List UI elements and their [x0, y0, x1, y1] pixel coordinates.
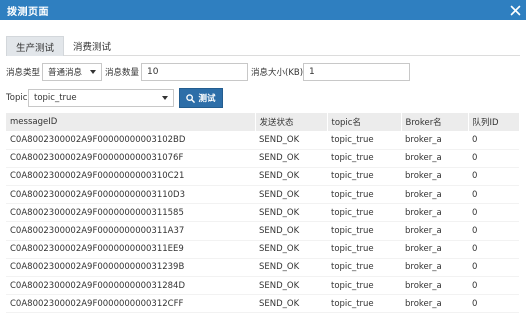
topic-cell: topic_true — [327, 221, 401, 241]
message-size-value: 1 — [309, 67, 315, 77]
message-id-cell: C0A8002300002A9F0000000000311A37 — [6, 221, 255, 241]
message-size-input[interactable]: 1 — [303, 63, 410, 81]
message-id-cell: C0A8002300002A9F000000000031076F — [6, 149, 255, 168]
broker-cell: broker_a — [401, 131, 468, 150]
topic-cell: topic_true — [327, 149, 401, 168]
chevron-down-icon — [162, 96, 168, 100]
message-id-cell: C0A8002300002A9F00000000003110D3 — [6, 185, 255, 205]
tab-produce-test[interactable]: 生产测试 — [6, 36, 65, 56]
topic-cell: topic_true — [327, 131, 401, 150]
column-header-broker[interactable]: Broker名 — [401, 113, 469, 131]
test-button[interactable]: 测试 — [179, 88, 223, 108]
queue-id-cell: 0 — [468, 258, 519, 278]
topic-cell: topic_true — [327, 185, 401, 205]
message-type-select[interactable]: 普通消息 — [42, 63, 102, 81]
queue-id-cell: 0 — [468, 221, 519, 241]
table-row[interactable]: C0A8002300002A9F000000000031284D SEND_OK t… — [6, 276, 519, 296]
table-row[interactable]: C0A8002300002A9F00000000003110D3 SEND_OK t… — [6, 185, 519, 205]
table-row[interactable]: C0A8002300002A9F0000000000312CFF SEND_OK t… — [6, 294, 519, 314]
send-status-cell: SEND_OK — [255, 258, 327, 278]
message-id-cell: C0A8002300002A9F0000000000311EE9 — [6, 240, 255, 259]
queue-id-cell: 0 — [468, 149, 519, 168]
table-row[interactable]: C0A8002300002A9F0000000000311A37 SEND_OK t… — [6, 221, 519, 241]
queue-id-cell: 0 — [468, 203, 519, 223]
queue-id-cell: 0 — [468, 167, 519, 187]
broker-cell: broker_a — [401, 149, 468, 168]
send-status-cell: SEND_OK — [255, 221, 327, 241]
topic-cell: topic_true — [327, 203, 401, 223]
message-id-cell: C0A8002300002A9F000000000031239B — [6, 258, 255, 278]
broker-cell: broker_a — [401, 221, 468, 241]
topic-cell: topic_true — [327, 240, 401, 259]
topic-cell: topic_true — [327, 294, 401, 314]
dialog-titlebar: 拨测页面 — [0, 0, 526, 20]
queue-id-cell: 0 — [468, 240, 519, 259]
message-type-value: 普通消息 — [48, 68, 83, 78]
message-count-input[interactable]: 10 — [141, 63, 248, 81]
send-status-cell: SEND_OK — [255, 240, 327, 259]
result-table: messageID 发送状态 topic名 Broker名 队列ID C0A80… — [6, 113, 520, 314]
send-status-cell: SEND_OK — [255, 149, 327, 168]
message-type-label: 消息类型 — [6, 68, 41, 78]
queue-id-cell: 0 — [468, 294, 519, 314]
column-header-send-status[interactable]: 发送状态 — [255, 113, 328, 131]
broker-cell: broker_a — [401, 185, 468, 205]
topic-cell: topic_true — [327, 276, 401, 296]
send-status-cell: SEND_OK — [255, 203, 327, 223]
column-header-message-id[interactable]: messageID — [6, 113, 256, 131]
broker-cell: broker_a — [401, 203, 468, 223]
column-header-topic[interactable]: topic名 — [327, 113, 402, 131]
topic-row: Topic topic_true 测试 — [6, 88, 223, 108]
topic-label: Topic — [6, 93, 28, 103]
send-status-cell: SEND_OK — [255, 276, 327, 296]
broker-cell: broker_a — [401, 276, 468, 296]
column-header-queue-id[interactable]: 队列ID — [468, 113, 520, 131]
send-status-cell: SEND_OK — [255, 294, 327, 314]
message-id-cell: C0A8002300002A9F0000000000312CFF — [6, 294, 255, 314]
message-count-value: 10 — [147, 67, 159, 77]
send-status-cell: SEND_OK — [255, 131, 327, 150]
close-icon[interactable] — [508, 3, 522, 17]
send-status-cell: SEND_OK — [255, 185, 327, 205]
dialog-title: 拨测页面 — [7, 6, 49, 18]
message-id-cell: C0A8002300002A9F00000000003102BD — [6, 131, 255, 150]
topic-cell: topic_true — [327, 167, 401, 187]
broker-cell: broker_a — [401, 258, 468, 278]
table-row[interactable]: C0A8002300002A9F00000000003102BD SEND_OK t… — [6, 131, 519, 150]
broker-cell: broker_a — [401, 294, 468, 314]
probe-test-dialog: 拨测页面 生产测试 消费测试 消息类型 普通消息 消息数量 10 消息大小(KB… — [0, 0, 526, 318]
message-id-cell: C0A8002300002A9F000000000031284D — [6, 276, 255, 296]
test-button-label: 测试 — [198, 94, 216, 104]
topic-select[interactable]: topic_true — [28, 89, 174, 107]
table-row[interactable]: C0A8002300002A9F0000000000311585 SEND_OK t… — [6, 203, 519, 223]
table-row[interactable]: C0A8002300002A9F000000000031239B SEND_OK t… — [6, 258, 519, 278]
tab-bar: 生产测试 消费测试 — [6, 36, 520, 56]
queue-id-cell: 0 — [468, 131, 519, 150]
topic-cell: topic_true — [327, 258, 401, 278]
topic-value: topic_true — [34, 93, 77, 103]
message-id-cell: C0A8002300002A9F0000000000310C21 — [6, 167, 255, 187]
table-row[interactable]: C0A8002300002A9F0000000000311EE9 SEND_OK t… — [6, 240, 519, 259]
broker-cell: broker_a — [401, 240, 468, 259]
message-id-cell: C0A8002300002A9F0000000000311585 — [6, 203, 255, 223]
chevron-down-icon — [90, 70, 96, 74]
search-icon — [186, 93, 196, 103]
tab-consume-test[interactable]: 消费测试 — [64, 36, 120, 56]
message-options-row: 消息类型 普通消息 消息数量 10 消息大小(KB) 1 — [6, 63, 520, 81]
table-header-row: messageID 发送状态 topic名 Broker名 队列ID — [6, 113, 520, 131]
message-size-label: 消息大小(KB) — [251, 68, 304, 78]
queue-id-cell: 0 — [468, 276, 519, 296]
queue-id-cell: 0 — [468, 185, 519, 205]
broker-cell: broker_a — [401, 167, 468, 187]
table-row[interactable]: C0A8002300002A9F0000000000310C21 SEND_OK t… — [6, 167, 519, 187]
message-count-label: 消息数量 — [105, 68, 140, 78]
send-status-cell: SEND_OK — [255, 167, 327, 187]
table-row[interactable]: C0A8002300002A9F000000000031076F SEND_OK t… — [6, 149, 519, 168]
